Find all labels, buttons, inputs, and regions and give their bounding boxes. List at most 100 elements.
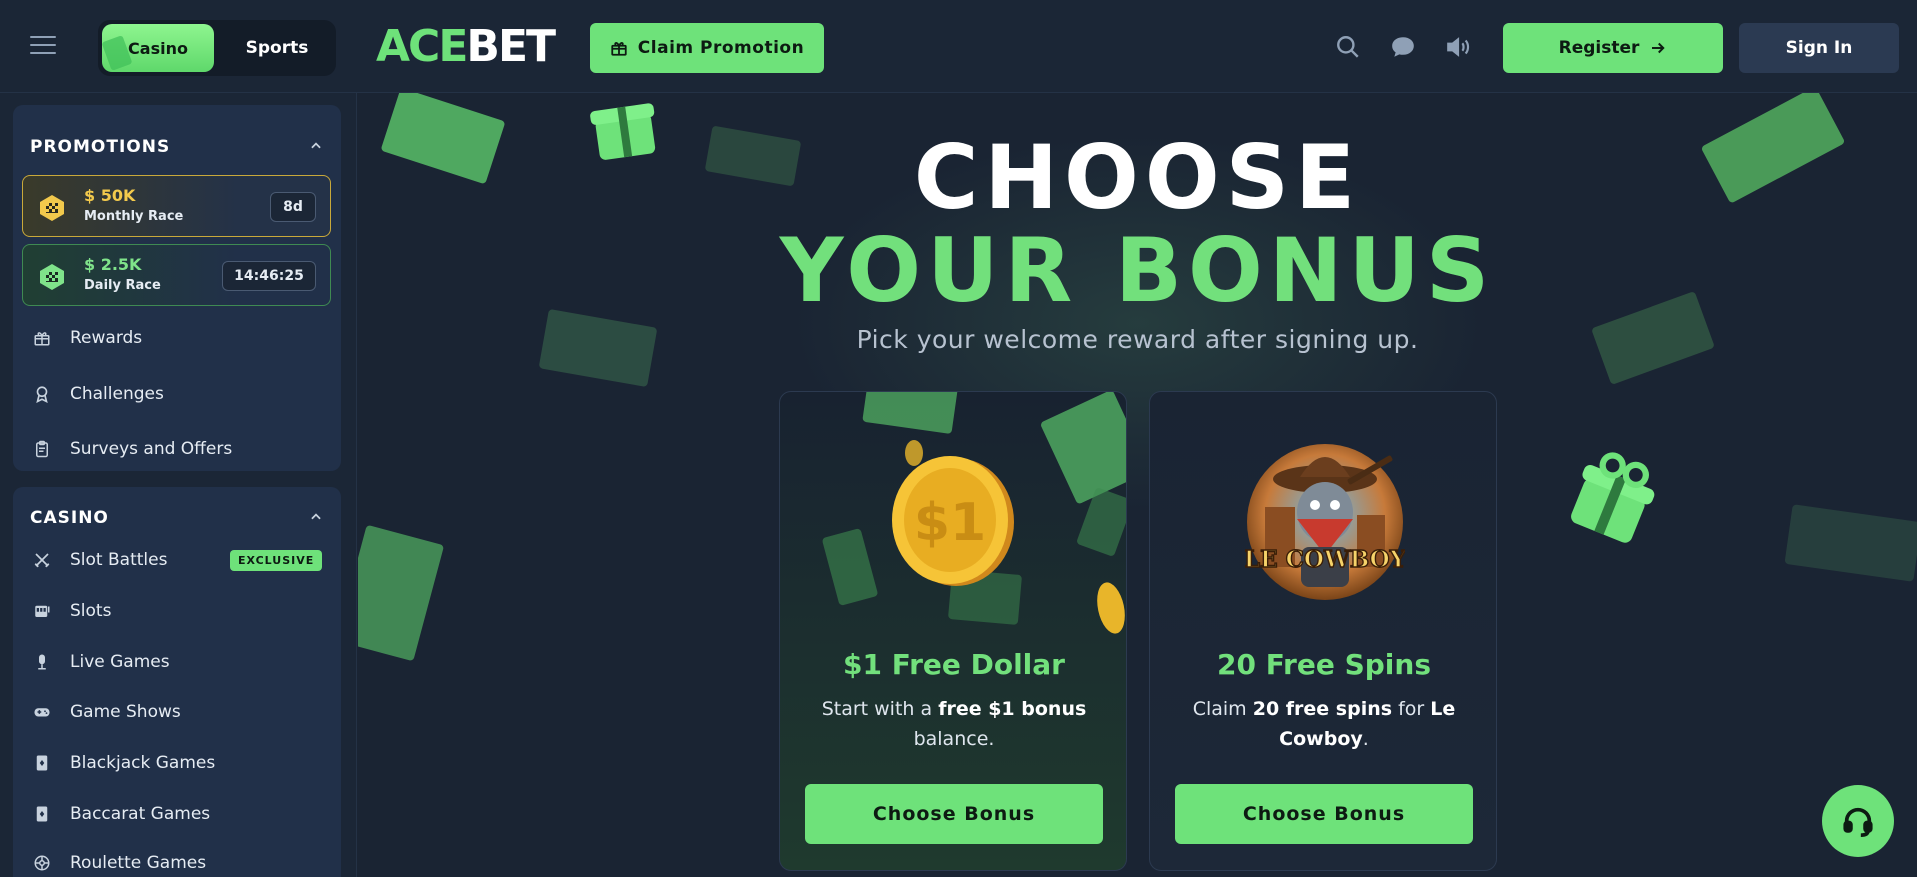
main-content: CHOOSE YOUR BONUS Pick your welcome rewa…	[358, 93, 1917, 877]
headset-icon	[1843, 807, 1873, 838]
heading-your-bonus: YOUR BONUS	[779, 219, 1496, 322]
acebet-logo[interactable]: ACEBET	[376, 21, 556, 72]
register-button[interactable]: Register	[1503, 23, 1723, 73]
choose-bonus-label: Choose Bonus	[872, 803, 1036, 825]
sidebar-item-game-shows[interactable]: Game Shows	[13, 692, 341, 732]
search-icon[interactable]	[1335, 34, 1361, 60]
daily-race-amount: $ 2.5K	[84, 255, 142, 274]
roulette-icon	[34, 855, 50, 871]
register-label: Register	[1558, 38, 1640, 58]
arrow-right-icon	[1652, 42, 1666, 54]
tab-sports-label: Sports	[245, 38, 309, 58]
sidebar-item-slots[interactable]: Slots	[13, 591, 341, 631]
daily-race-name: Daily Race	[84, 278, 161, 293]
casino-panel: CASINO Slot Battles EXCLUSIVE Slots Live…	[13, 487, 341, 877]
card-desc-text: Start with a	[821, 698, 939, 720]
mode-switch: Casino Sports	[98, 20, 336, 76]
chevron-up-icon[interactable]	[309, 139, 323, 153]
sidebar-item-rewards[interactable]: Rewards	[13, 318, 341, 358]
gold-coin-icon: $1	[892, 456, 1014, 586]
money-bill-decoration	[821, 528, 879, 606]
sidebar-item-live-games[interactable]: Live Games	[13, 642, 341, 682]
monthly-race-countdown: 8d	[270, 192, 316, 222]
heading-choose: CHOOSE	[913, 126, 1362, 229]
sidebar-item-challenges[interactable]: Challenges	[13, 374, 341, 414]
sidebar-item-label: Roulette Games	[70, 853, 207, 873]
race-flag-icon	[40, 264, 64, 290]
gift-box-decoration	[1571, 452, 1655, 543]
card-description: Claim 20 free spins for Le Cowboy.	[1180, 694, 1468, 754]
card-desc-bold: 20 free spins	[1252, 698, 1393, 720]
gift-icon	[34, 332, 50, 346]
tab-sports[interactable]: Sports	[222, 24, 332, 72]
coin-decoration	[1092, 579, 1126, 637]
sidebar-item-label: Baccarat Games	[70, 804, 211, 824]
medal-icon	[36, 386, 48, 403]
card-desc-bold: free $1 bonus	[938, 698, 1087, 720]
sidebar-item-label: Slot Battles	[70, 550, 168, 570]
choose-bonus-label: Choose Bonus	[1242, 803, 1406, 825]
sidebar-item-label: Slots	[70, 601, 112, 621]
card-icon	[36, 806, 48, 822]
card-title: 20 Free Spins	[1217, 648, 1431, 681]
monthly-race-card[interactable]: $ 50K Monthly Race 8d	[22, 175, 331, 237]
sign-in-label: Sign In	[1785, 38, 1853, 58]
top-header: Casino Sports ACEBET Claim Promotion Reg…	[0, 0, 1917, 93]
gamepad-icon	[34, 708, 50, 717]
microphone-icon	[38, 654, 46, 670]
money-bill-decoration	[358, 524, 445, 662]
gift-icon	[611, 42, 627, 56]
sidebar-item-surveys-and-offers[interactable]: Surveys and Offers	[13, 429, 341, 469]
promotions-panel: PROMOTIONS $ 50K Monthly Race 8d $ 2.5K …	[13, 105, 341, 471]
tab-casino-label: Casino	[128, 38, 188, 58]
bonus-card-free-spins: LE COWBOY 20 Free Spins Claim 20 free sp…	[1149, 391, 1497, 871]
sidebar-item-blackjack-games[interactable]: Blackjack Games	[13, 743, 341, 783]
card-desc-text: for	[1392, 698, 1431, 720]
game-logo-text: LE COWBOY	[1245, 546, 1405, 573]
slot-machine-icon	[35, 605, 50, 617]
logo-part-ace: ACE	[376, 21, 468, 72]
coin-text: $1	[914, 493, 986, 553]
sidebar-item-label: Challenges	[70, 384, 164, 404]
card-title: $1 Free Dollar	[843, 648, 1065, 681]
money-bill-decoration	[1039, 392, 1126, 505]
sidebar: PROMOTIONS $ 50K Monthly Race 8d $ 2.5K …	[0, 93, 357, 877]
sidebar-item-label: Game Shows	[70, 702, 181, 722]
card-desc-text: .	[1362, 728, 1369, 750]
monthly-race-amount: $ 50K	[84, 186, 136, 205]
subtitle: Pick your welcome reward after signing u…	[856, 325, 1419, 354]
sidebar-item-label: Surveys and Offers	[70, 439, 233, 459]
choose-bonus-button[interactable]: Choose Bonus	[1175, 784, 1473, 844]
promotions-title: PROMOTIONS	[30, 137, 171, 157]
daily-race-countdown: 14:46:25	[222, 261, 316, 291]
sidebar-item-slot-battles[interactable]: Slot Battles EXCLUSIVE	[13, 540, 341, 580]
sign-in-button[interactable]: Sign In	[1739, 23, 1899, 73]
card-desc-text: balance.	[913, 728, 995, 750]
logo-part-bet: BET	[466, 21, 556, 72]
exclusive-badge: EXCLUSIVE	[230, 549, 323, 571]
chevron-up-icon[interactable]	[309, 510, 323, 524]
daily-race-card[interactable]: $ 2.5K Daily Race 14:46:25	[22, 244, 331, 306]
race-flag-icon	[40, 195, 64, 221]
support-chat-button[interactable]	[1822, 785, 1894, 857]
le-cowboy-game-logo: LE COWBOY	[1245, 444, 1405, 600]
claim-promotion-button[interactable]: Claim Promotion	[590, 23, 824, 73]
money-bill-decoration	[1784, 504, 1917, 582]
sidebar-item-label: Rewards	[70, 328, 143, 348]
sound-icon[interactable]	[1445, 34, 1471, 60]
money-bill-decoration	[862, 392, 958, 435]
card-description: Start with a free $1 bonus balance.	[810, 694, 1098, 754]
choose-bonus-button[interactable]: Choose Bonus	[805, 784, 1103, 844]
monthly-race-name: Monthly Race	[84, 209, 184, 224]
chat-icon[interactable]	[1390, 34, 1416, 60]
tab-casino[interactable]: Casino	[102, 24, 214, 72]
sidebar-item-baccarat-games[interactable]: Baccarat Games	[13, 794, 341, 834]
sidebar-item-label: Blackjack Games	[70, 753, 216, 773]
clipboard-icon	[36, 440, 48, 458]
casino-title: CASINO	[30, 508, 109, 528]
bonus-card-free-dollar: $1 $1 Free Dollar Start with a free $1 b…	[779, 391, 1127, 871]
swords-icon	[34, 553, 50, 568]
menu-icon[interactable]	[30, 36, 56, 56]
card-desc-text: Claim	[1192, 698, 1253, 720]
sidebar-item-roulette-games[interactable]: Roulette Games	[13, 843, 341, 877]
